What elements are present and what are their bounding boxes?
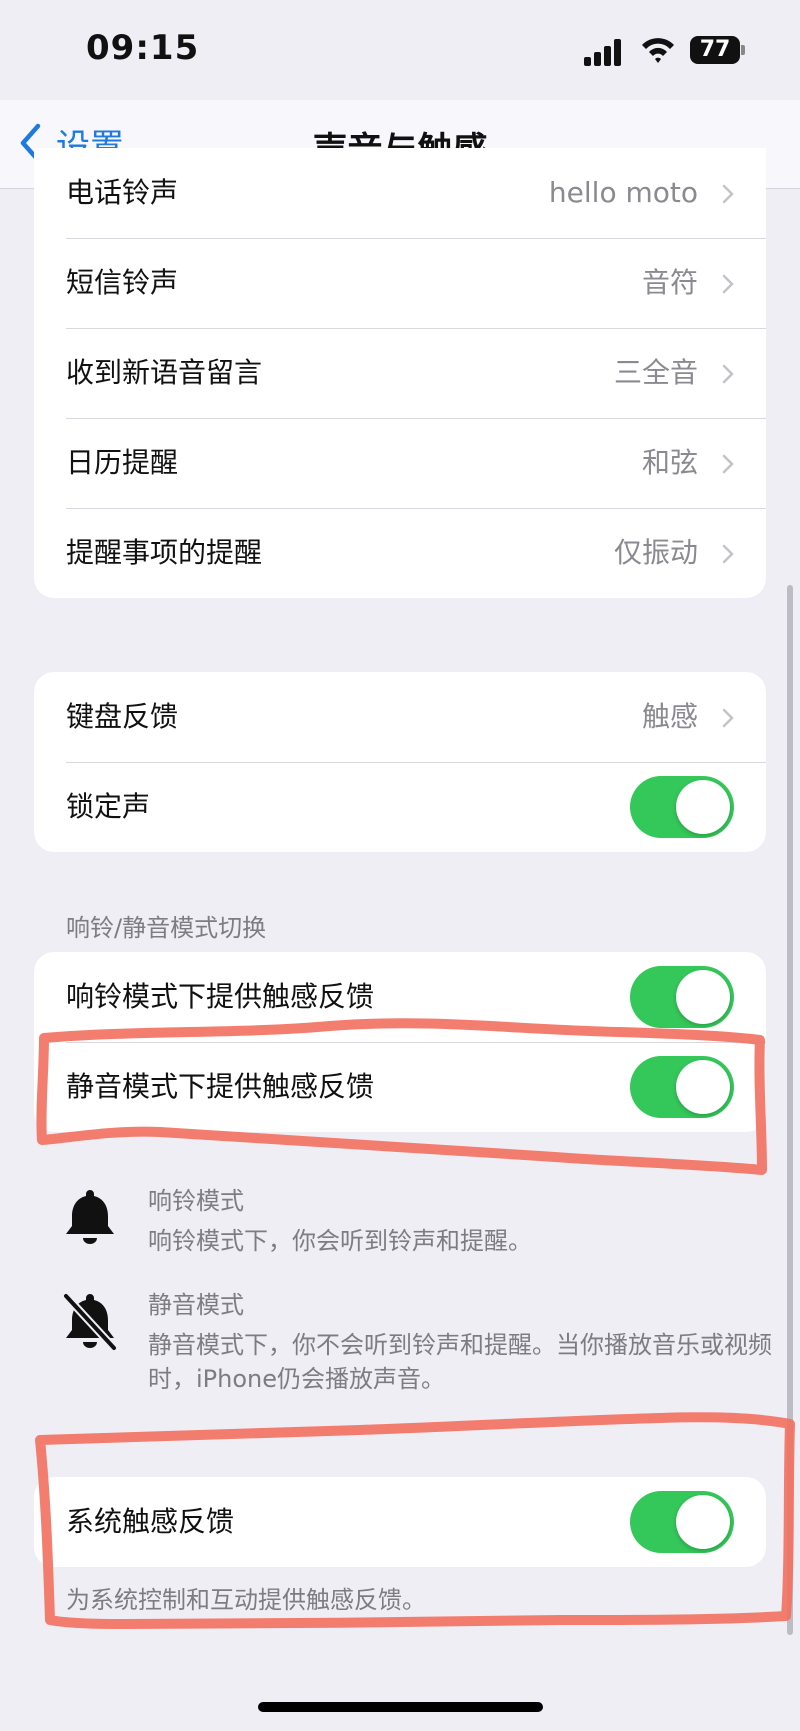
chevron-right-icon [722, 708, 734, 728]
ring-mode-title: 响铃模式 [148, 1187, 244, 1215]
row-silent-mode-haptics: 静音模式下提供触感反馈 [34, 1042, 766, 1132]
row-sms-ringtone[interactable]: 短信铃声 音符 [34, 238, 766, 328]
silent-mode-title: 静音模式 [148, 1291, 244, 1319]
ring-haptics-toggle[interactable] [630, 966, 734, 1028]
ring-mode-info: 响铃模式 响铃模式下，你会听到铃声和提醒。 [60, 1186, 760, 1266]
row-value: 仅振动 [613, 536, 698, 569]
status-time: 09:15 [86, 28, 200, 68]
row-system-haptics: 系统触感反馈 [34, 1477, 766, 1567]
row-ring-mode-haptics: 响铃模式下提供触感反馈 [34, 952, 766, 1042]
battery-level: 77 [690, 36, 740, 64]
row-label: 提醒事项的提醒 [66, 536, 263, 569]
chevron-right-icon [722, 274, 734, 294]
row-calendar-alerts[interactable]: 日历提醒 和弦 [34, 418, 766, 508]
row-label: 锁定声 [66, 790, 151, 823]
row-new-voicemail[interactable]: 收到新语音留言 三全音 [34, 328, 766, 418]
lock-sound-toggle[interactable] [630, 776, 734, 838]
chevron-right-icon [722, 184, 734, 204]
row-value: 和弦 [641, 446, 698, 479]
row-label: 收到新语音留言 [66, 356, 263, 389]
ringtone-group: 电话铃声 hello moto 短信铃声 音符 收到新语音留言 三全音 日历提醒… [34, 148, 766, 598]
row-label: 键盘反馈 [66, 700, 179, 733]
chevron-right-icon [722, 364, 734, 384]
chevron-right-icon [722, 544, 734, 564]
bell-slash-icon [63, 1293, 117, 1351]
row-value: hello moto [548, 176, 698, 209]
cellular-signal-icon [584, 38, 624, 66]
section-header: 响铃/静音模式切换 [66, 914, 267, 942]
row-label: 响铃模式下提供触感反馈 [66, 980, 375, 1013]
system-haptics-footnote: 为系统控制和互动提供触感反馈。 [66, 1586, 426, 1614]
row-label: 系统触感反馈 [66, 1505, 235, 1538]
row-phone-ringtone[interactable]: 电话铃声 hello moto [34, 148, 766, 238]
system-haptics-group: 系统触感反馈 [34, 1477, 766, 1567]
row-keyboard-feedback[interactable]: 键盘反馈 触感 [34, 672, 766, 762]
keyboard-lock-group: 键盘反馈 触感 锁定声 [34, 672, 766, 852]
row-label: 短信铃声 [66, 266, 179, 299]
ring-mode-desc: 响铃模式下，你会听到铃声和提醒。 [148, 1227, 532, 1255]
row-value: 三全音 [613, 356, 698, 389]
bell-icon [66, 1190, 114, 1244]
row-lock-sound: 锁定声 [34, 762, 766, 852]
scrollbar[interactable] [787, 585, 793, 1635]
status-bar: 09:15 77 [0, 0, 800, 100]
silent-mode-desc: 静音模式下，你不会听到铃声和提醒。当你播放音乐或视频时，iPhone仍会播放声音… [148, 1331, 772, 1393]
silent-mode-info: 静音模式 静音模式下，你不会听到铃声和提醒。当你播放音乐或视频时，iPhone仍… [60, 1290, 772, 1400]
battery-icon: 77 [690, 36, 745, 66]
system-haptics-toggle[interactable] [630, 1491, 734, 1553]
row-value: 触感 [641, 700, 698, 733]
ring-silent-group: 响铃模式下提供触感反馈 静音模式下提供触感反馈 [34, 952, 766, 1132]
row-value: 音符 [641, 266, 698, 299]
wifi-icon [642, 38, 674, 63]
row-label: 静音模式下提供触感反馈 [66, 1070, 375, 1103]
row-label: 日历提醒 [66, 446, 179, 479]
chevron-right-icon [722, 454, 734, 474]
home-indicator[interactable] [258, 1702, 543, 1712]
row-label: 电话铃声 [66, 176, 179, 209]
row-reminder-alerts[interactable]: 提醒事项的提醒 仅振动 [34, 508, 766, 598]
silent-haptics-toggle[interactable] [630, 1056, 734, 1118]
